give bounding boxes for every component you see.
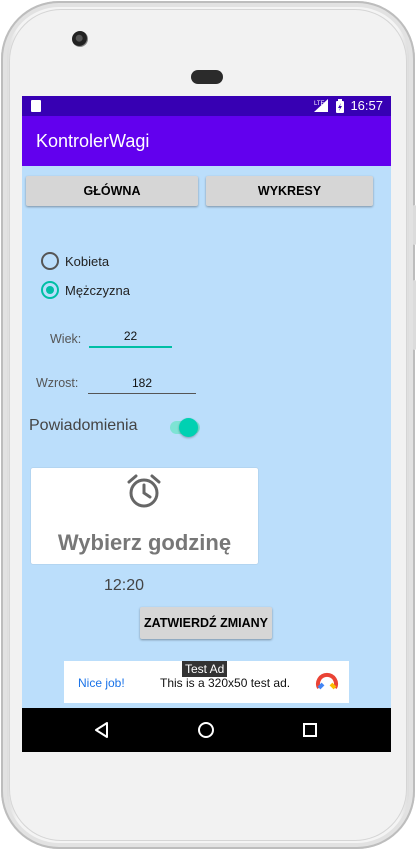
- sd-card-icon: [31, 100, 41, 112]
- height-input[interactable]: 182: [88, 373, 196, 394]
- front-camera: [72, 31, 88, 47]
- network-label: LTE: [314, 101, 325, 107]
- ad-badge: Test Ad: [182, 661, 228, 677]
- choose-time-card[interactable]: Wybierz godzinę: [31, 468, 258, 564]
- radio-male-label[interactable]: Mężczyzna: [65, 283, 130, 298]
- radio-female-label[interactable]: Kobieta: [65, 254, 109, 269]
- power-button: [413, 205, 416, 245]
- earpiece-speaker: [191, 70, 223, 84]
- notifications-label: Powiadomienia: [29, 417, 138, 434]
- radio-male[interactable]: [41, 281, 59, 299]
- alarm-clock-icon: [127, 474, 161, 508]
- back-icon[interactable]: [94, 722, 110, 738]
- status-right: LTE 16:57: [314, 98, 383, 113]
- radio-female[interactable]: [41, 252, 59, 270]
- volume-button: [413, 280, 416, 350]
- recents-icon[interactable]: [303, 723, 317, 737]
- age-input[interactable]: 22: [89, 326, 172, 348]
- ad-logo-icon: [316, 672, 338, 690]
- switch-thumb[interactable]: [179, 418, 198, 437]
- charts-tab-button[interactable]: WYKRESY: [206, 176, 373, 206]
- ad-text: This is a 320x50 test ad.: [160, 676, 291, 690]
- signal-icon: LTE: [314, 99, 329, 112]
- app-bar: KontrolerWagi: [22, 116, 391, 166]
- app-title: KontrolerWagi: [36, 131, 150, 151]
- choose-time-text: Wybierz godzinę: [57, 530, 232, 555]
- age-label: Wiek:: [50, 332, 82, 346]
- height-label: Wzrost:: [36, 376, 79, 390]
- main-tab-button[interactable]: GŁÓWNA: [26, 176, 198, 206]
- ad-nice-job: Nice job!: [78, 676, 125, 690]
- status-time: 16:57: [350, 98, 383, 113]
- battery-icon: [336, 98, 345, 113]
- home-icon[interactable]: [197, 721, 215, 739]
- confirm-changes-button[interactable]: ZATWIERDŹ ZMIANY: [140, 607, 272, 639]
- screen: LTE 16:57 KontrolerWagi GŁÓWNA WYKRESY K…: [22, 96, 391, 752]
- selected-time: 12:20: [104, 577, 145, 594]
- status-bar: LTE 16:57: [22, 96, 391, 116]
- navigation-bar: [22, 708, 391, 752]
